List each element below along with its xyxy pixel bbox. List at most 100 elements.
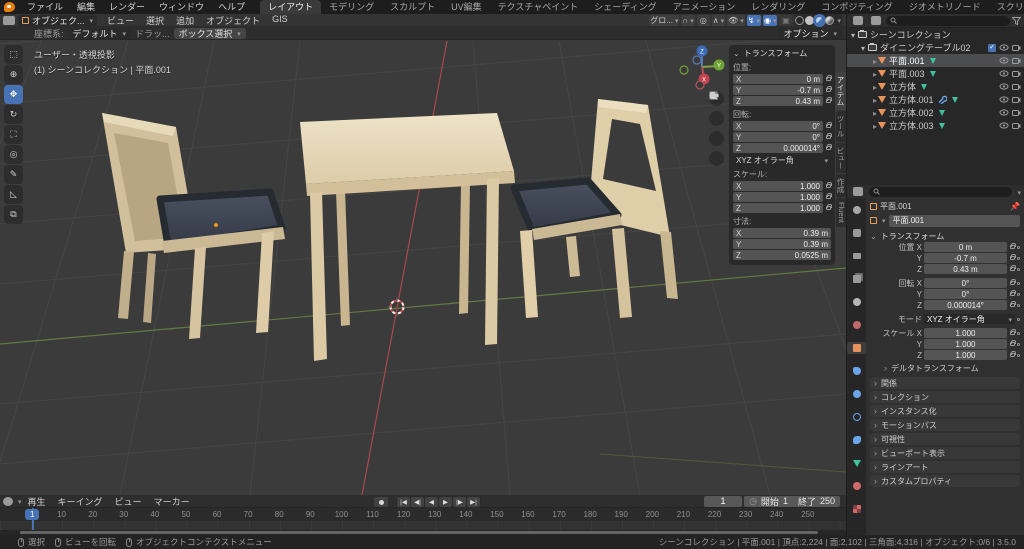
number-field[interactable]: 0° (924, 289, 1007, 299)
timeline-menu[interactable]: 再生 (22, 495, 52, 508)
object-name-input[interactable]: 平面.001 (888, 214, 1020, 227)
lock-icon[interactable] (1010, 340, 1016, 346)
lock-icon[interactable] (1010, 351, 1016, 357)
dimension-field[interactable]: Z 0.0525 m (733, 250, 831, 260)
lock-icon[interactable] (826, 75, 832, 81)
coord-system-dropdown[interactable]: デフォルト (67, 27, 132, 39)
prev-keyframe-button[interactable]: ◀| (411, 497, 424, 507)
expand-icon[interactable] (873, 56, 877, 66)
number-field[interactable]: Y 1.000 (733, 192, 823, 202)
jump-to-start-button[interactable]: |◀ (397, 497, 410, 507)
rotation-mode-dropdown[interactable]: XYZ オイラー角 (733, 155, 831, 166)
number-field[interactable]: 0° (924, 278, 1007, 288)
jump-to-end-button[interactable]: ▶| (467, 497, 480, 507)
lock-icon[interactable] (826, 86, 832, 92)
transform-orientation-dropdown[interactable]: グロ... (649, 14, 680, 26)
viewport-menu[interactable]: ビュー (101, 14, 140, 27)
number-field[interactable]: Y 0° (733, 132, 823, 142)
disable-render-camera-icon[interactable] (1012, 122, 1021, 129)
workspace-tab[interactable]: レイアウト (260, 0, 322, 14)
number-field[interactable]: 1.000 (924, 350, 1007, 360)
disable-render-camera-icon[interactable] (1012, 83, 1021, 90)
current-frame-indicator[interactable]: 1 (25, 509, 40, 520)
number-field[interactable]: Z 0.000014° (733, 143, 823, 153)
box-select-dropdown[interactable]: ボックス選択 (173, 27, 246, 39)
cursor-tool[interactable]: ⊕ (4, 65, 23, 84)
hide-eye-icon[interactable] (999, 96, 1009, 103)
visibility-dropdown-icon[interactable]: 👁 (727, 14, 745, 26)
keyframe-dot-icon[interactable] (1017, 267, 1020, 271)
workspace-tab[interactable]: スカルプト (382, 0, 443, 14)
lock-icon[interactable] (826, 144, 832, 150)
hide-eye-icon[interactable] (999, 122, 1009, 129)
keyframe-dot-icon[interactable] (1017, 353, 1020, 357)
number-field[interactable]: 1.000 (924, 339, 1007, 349)
workspace-tab[interactable]: テクスチャペイント (490, 0, 587, 14)
keyframe-dot-icon[interactable] (1017, 317, 1020, 321)
outliner-search-input[interactable] (886, 15, 1010, 26)
collapsed-panel[interactable]: インスタンス化 (870, 405, 1020, 417)
delta-transform-panel[interactable]: デルタトランスフォーム (884, 362, 1020, 374)
disable-render-camera-icon[interactable] (1012, 57, 1021, 64)
expand-icon[interactable] (851, 30, 855, 40)
topbar-menu[interactable]: ヘルプ (211, 0, 252, 14)
chevron-down-icon[interactable] (1015, 187, 1021, 197)
npanel-tab[interactable]: アイテム (836, 72, 846, 110)
navigation-gizmo[interactable]: Z Y X (679, 45, 725, 90)
hide-eye-icon[interactable] (999, 44, 1009, 51)
expand-icon[interactable] (873, 108, 877, 118)
transform-tool[interactable]: ◎ (4, 145, 23, 164)
properties-search-input[interactable] (869, 186, 1013, 197)
number-field[interactable]: Z 1.000 (733, 203, 823, 213)
tab-scene-icon[interactable] (847, 296, 866, 308)
tab-particles-icon[interactable] (847, 388, 866, 400)
chevron-down-icon[interactable] (880, 216, 886, 225)
snap-magnet-icon[interactable]: ∩ (681, 14, 695, 26)
next-keyframe-button[interactable]: |▶ (453, 497, 466, 507)
npanel-tab[interactable]: Fluent (836, 198, 846, 227)
keyframe-dot-icon[interactable] (1017, 256, 1020, 260)
tab-output-icon[interactable] (847, 250, 866, 262)
topbar-menu[interactable]: 編集 (70, 0, 102, 14)
display-mode-icon[interactable] (871, 16, 881, 25)
timeline-menu[interactable]: キーイング (52, 495, 109, 508)
tab-viewlayer-icon[interactable] (847, 273, 866, 285)
timeline-track[interactable] (0, 521, 846, 530)
workspace-tab[interactable]: モデリング (321, 0, 382, 14)
collapsed-panel[interactable]: モーションパス (870, 419, 1020, 431)
outliner-object-row[interactable]: 平面.001 (847, 54, 1024, 67)
editor-type-icon[interactable] (3, 15, 15, 25)
proportional-editing-icon[interactable]: ◎ (696, 14, 710, 26)
keyframe-dot-icon[interactable] (1017, 245, 1020, 249)
disable-render-camera-icon[interactable] (1012, 109, 1021, 116)
lock-icon[interactable] (1010, 243, 1016, 249)
lock-icon[interactable] (1010, 265, 1016, 271)
timeline-ruler[interactable]: 1 10 20 30 40 50 60 70 80 90 100 110 120 130 140 150 16… (0, 508, 846, 521)
viewport-menu[interactable]: オブジェクト (200, 14, 266, 27)
mode-selector[interactable]: オブジェク... (18, 14, 98, 26)
number-field[interactable]: Y -0.7 m (733, 85, 823, 95)
show-overlays-toggle[interactable]: ◉ (762, 14, 778, 26)
dimension-field[interactable]: X 0.39 m (733, 228, 831, 238)
viewport-canvas[interactable]: Z Y X ユーザー・透視投影 (1) シーンコレクション | 平面.001 ⬚… (0, 41, 846, 495)
tab-constraints-icon[interactable] (847, 434, 866, 446)
expand-icon[interactable] (861, 43, 865, 53)
frame-range-fields[interactable]: ◷ 開始 1 終了 250 (744, 495, 840, 507)
npanel-tab[interactable]: ツール (836, 111, 846, 142)
scrollbar-handle[interactable] (20, 531, 818, 534)
show-gizmo-toggle[interactable]: ↯ (746, 14, 761, 26)
outliner-editor-icon[interactable] (853, 16, 863, 25)
lock-icon[interactable] (826, 97, 832, 103)
material-shading-button[interactable] (815, 15, 825, 25)
collapsed-panel[interactable]: カスタムプロパティ (870, 475, 1020, 487)
outliner-object-row[interactable]: 立方体.003 (847, 119, 1024, 132)
workspace-tab[interactable]: シェーディング (586, 0, 664, 14)
blender-logo-icon[interactable] (4, 2, 15, 12)
keyframe-dot-icon[interactable] (1017, 292, 1020, 296)
tab-render-icon[interactable] (847, 227, 866, 239)
tab-texture-icon[interactable] (847, 503, 866, 515)
play-button[interactable]: ▶ (439, 497, 452, 507)
workspace-tab[interactable]: レンダリング (743, 0, 813, 14)
lock-icon[interactable] (826, 133, 832, 139)
outliner-object-row[interactable]: 立方体 (847, 80, 1024, 93)
